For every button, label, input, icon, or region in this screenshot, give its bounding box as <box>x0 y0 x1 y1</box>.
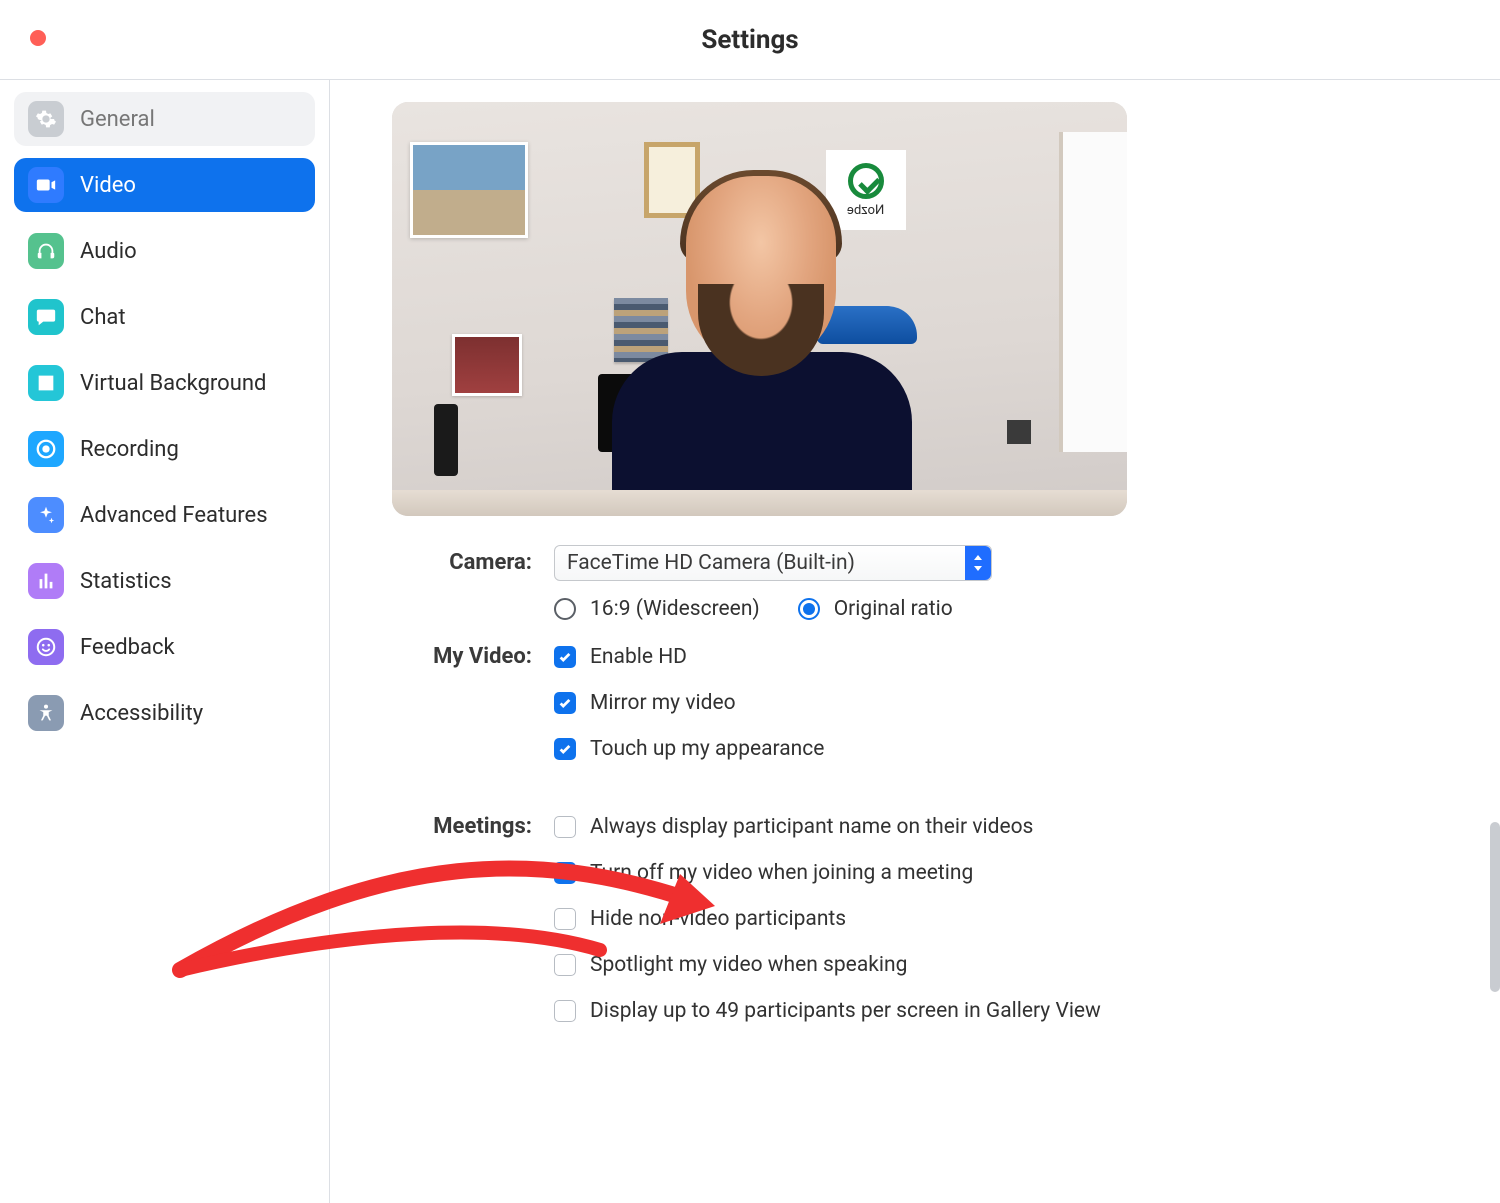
sidebar-item-video[interactable]: Video <box>14 158 315 212</box>
checkbox-spotlight-when-speaking[interactable] <box>554 954 576 976</box>
checkbox-turn-off-video-on-join[interactable] <box>554 862 576 884</box>
sidebar-item-label: General <box>80 107 155 132</box>
chevron-up-down-icon <box>965 546 991 580</box>
radio-16-9[interactable] <box>554 598 576 620</box>
checkbox-display-participant-name-label: Always display participant name on their… <box>590 815 1033 839</box>
record-icon <box>28 431 64 467</box>
checkbox-turn-off-video-on-join-label: Turn off my video when joining a meeting <box>590 861 973 885</box>
content-scrollbar[interactable] <box>1490 822 1500 992</box>
bar-chart-icon <box>28 563 64 599</box>
chat-bubble-icon <box>28 299 64 335</box>
checkbox-49-gallery[interactable] <box>554 1000 576 1022</box>
checkbox-touch-up[interactable] <box>554 738 576 760</box>
gear-icon <box>28 101 64 137</box>
camera-select-value: FaceTime HD Camera (Built-in) <box>567 551 855 575</box>
window-close-button[interactable] <box>30 30 46 46</box>
headphones-icon <box>28 233 64 269</box>
sidebar-item-label: Recording <box>80 437 179 462</box>
checkbox-touch-up-label: Touch up my appearance <box>590 737 824 761</box>
checkbox-mirror-video-label: Mirror my video <box>590 691 736 715</box>
sidebar-item-label: Statistics <box>80 569 172 594</box>
settings-content: Nozbe Camera: FaceTime HD <box>330 80 1500 1203</box>
sidebar-item-label: Virtual Background <box>80 371 266 396</box>
sidebar-item-recording[interactable]: Recording <box>14 422 315 476</box>
checkbox-hide-non-video-label: Hide non-video participants <box>590 907 846 931</box>
accessibility-icon <box>28 695 64 731</box>
my-video-label: My Video: <box>392 638 532 768</box>
sidebar-item-audio[interactable]: Audio <box>14 224 315 278</box>
sidebar-item-statistics[interactable]: Statistics <box>14 554 315 608</box>
checkbox-hide-non-video[interactable] <box>554 908 576 930</box>
checkbox-enable-hd-label: Enable HD <box>590 645 687 669</box>
sidebar-item-virtual-background[interactable]: Virtual Background <box>14 356 315 410</box>
camera-select[interactable]: FaceTime HD Camera (Built-in) <box>554 545 992 581</box>
sidebar-item-label: Video <box>80 173 136 198</box>
checkbox-display-participant-name[interactable] <box>554 816 576 838</box>
sidebar-item-feedback[interactable]: Feedback <box>14 620 315 674</box>
titlebar: Settings <box>0 0 1500 80</box>
sidebar-item-advanced-features[interactable]: Advanced Features <box>14 488 315 542</box>
checkbox-spotlight-when-speaking-label: Spotlight my video when speaking <box>590 953 907 977</box>
radio-original-ratio-label: Original ratio <box>834 597 953 621</box>
person-frame-icon <box>28 365 64 401</box>
sidebar-item-label: Feedback <box>80 635 175 660</box>
sidebar-item-label: Chat <box>80 305 126 330</box>
window-title: Settings <box>701 25 798 55</box>
sidebar-item-label: Audio <box>80 239 137 264</box>
checkbox-mirror-video[interactable] <box>554 692 576 714</box>
video-camera-icon <box>28 167 64 203</box>
meetings-label: Meetings: <box>392 808 532 1030</box>
checkbox-49-gallery-label: Display up to 49 participants per screen… <box>590 999 1101 1023</box>
sparkle-icon <box>28 497 64 533</box>
sidebar-item-general[interactable]: General <box>14 92 315 146</box>
settings-sidebar: General Video Audio Chat Virtual Backgro <box>0 80 330 1203</box>
camera-label: Camera: <box>392 544 532 628</box>
smiley-icon <box>28 629 64 665</box>
sidebar-item-label: Advanced Features <box>80 503 268 528</box>
camera-preview: Nozbe <box>392 102 1127 516</box>
sidebar-item-label: Accessibility <box>80 701 203 726</box>
window-traffic-lights <box>30 30 46 46</box>
sidebar-item-chat[interactable]: Chat <box>14 290 315 344</box>
radio-original-ratio[interactable] <box>798 598 820 620</box>
checkbox-enable-hd[interactable] <box>554 646 576 668</box>
radio-16-9-label: 16:9 (Widescreen) <box>590 597 760 621</box>
sidebar-item-accessibility[interactable]: Accessibility <box>14 686 315 740</box>
video-settings-form: Camera: FaceTime HD Camera (Built-in) 16… <box>392 544 1152 1030</box>
